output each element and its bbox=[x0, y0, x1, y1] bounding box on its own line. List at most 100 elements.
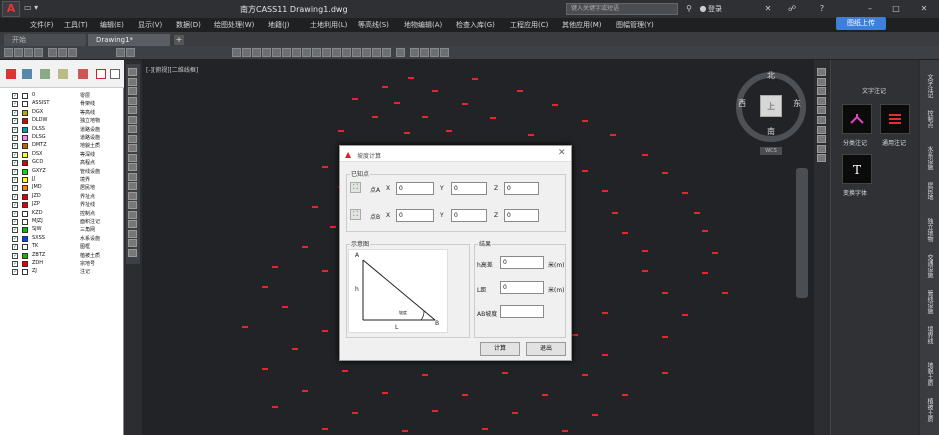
layer-color-swatch[interactable] bbox=[22, 202, 28, 209]
menu-item[interactable]: 文件(F) bbox=[30, 20, 54, 30]
layer-visible-checkbox[interactable] bbox=[12, 235, 18, 242]
layer-row[interactable]: 0 零层 bbox=[8, 92, 122, 100]
modify-tool-icon[interactable] bbox=[817, 106, 826, 115]
toolbar-tool-icon[interactable] bbox=[252, 48, 261, 57]
layer-row[interactable]: JZD 界址点 bbox=[8, 193, 122, 201]
toolbar-tool-icon[interactable] bbox=[352, 48, 361, 57]
symbol-category-tab[interactable]: 管线设施 bbox=[925, 290, 934, 314]
minimize-icon[interactable]: – bbox=[864, 3, 876, 15]
toolbar-tool-icon[interactable] bbox=[322, 48, 331, 57]
toolbar-tool-icon[interactable] bbox=[126, 48, 135, 57]
draw-tool-icon[interactable] bbox=[128, 248, 137, 257]
layer-color-swatch[interactable] bbox=[22, 269, 28, 276]
close-icon[interactable]: ✕ bbox=[558, 148, 566, 158]
layer-visible-checkbox[interactable] bbox=[12, 92, 18, 99]
layer-row[interactable]: JJ 境界 bbox=[8, 176, 122, 184]
layer-visible-checkbox[interactable] bbox=[12, 193, 18, 200]
draw-tool-icon[interactable] bbox=[128, 210, 137, 219]
layer-visible-checkbox[interactable] bbox=[12, 109, 18, 116]
point-a-y-input[interactable]: 0 bbox=[451, 182, 487, 195]
toolbar-tool-icon[interactable] bbox=[4, 48, 13, 57]
wcs-menu[interactable]: WCS bbox=[760, 147, 782, 155]
menu-item[interactable]: 数据(D) bbox=[176, 20, 201, 30]
layer-color-swatch[interactable] bbox=[22, 135, 28, 141]
symbol-category-tab[interactable]: 地貌土质 bbox=[925, 362, 934, 386]
menu-item[interactable]: 绘图处理(W) bbox=[214, 20, 254, 30]
layer-visible-checkbox[interactable] bbox=[12, 159, 18, 167]
layer-color-swatch[interactable] bbox=[22, 185, 28, 192]
layer-visible-checkbox[interactable] bbox=[12, 260, 18, 267]
symbol-category-tab[interactable]: 境界线 bbox=[925, 326, 934, 344]
layer-state-icon[interactable] bbox=[22, 69, 32, 79]
compass-east[interactable]: 东 bbox=[793, 98, 801, 109]
font-transform-icon[interactable]: T bbox=[842, 154, 872, 184]
symbol-category-tab[interactable]: 文字注记 bbox=[925, 74, 934, 98]
layer-color-swatch[interactable] bbox=[22, 193, 28, 200]
layer-isolate-icon[interactable] bbox=[78, 69, 88, 79]
menu-item[interactable]: 工具(T) bbox=[64, 20, 88, 30]
draw-tool-icon[interactable] bbox=[128, 115, 137, 124]
menu-item[interactable]: 工程应用(C) bbox=[510, 20, 548, 30]
layer-color-swatch[interactable] bbox=[22, 109, 28, 116]
layer-color-swatch[interactable] bbox=[22, 227, 28, 234]
toolbar-tool-icon[interactable] bbox=[116, 48, 125, 57]
layer-color-swatch[interactable] bbox=[22, 160, 28, 167]
layer-row[interactable]: KZD 控制点 bbox=[8, 210, 122, 218]
menu-item[interactable]: 土地利用(L) bbox=[310, 20, 347, 30]
exit-button[interactable]: 退出 bbox=[526, 342, 566, 356]
symbol-category-tab[interactable]: 交通设施 bbox=[925, 254, 934, 278]
toolbar-tool-icon[interactable] bbox=[48, 48, 57, 57]
point-b-y-input[interactable]: 0 bbox=[451, 209, 487, 222]
layer-visible-checkbox[interactable] bbox=[12, 142, 18, 150]
draw-tool-icon[interactable] bbox=[128, 229, 137, 238]
layer-color-swatch[interactable] bbox=[22, 244, 28, 251]
general-annotation-icon[interactable] bbox=[880, 104, 910, 134]
draw-tool-icon[interactable] bbox=[128, 163, 137, 171]
menu-item[interactable]: 显示(V) bbox=[138, 20, 162, 30]
toolbar-tool-icon[interactable] bbox=[58, 48, 67, 57]
layer-row[interactable]: ZDH 宗地号 bbox=[8, 260, 122, 268]
layer-row[interactable]: GCD 高程点 bbox=[8, 159, 122, 167]
pick-point-b-icon[interactable]: ⛶ bbox=[350, 209, 361, 220]
layer-color-swatch[interactable] bbox=[22, 151, 28, 158]
viewport-label[interactable]: [-][俯视][二维线框] bbox=[146, 65, 198, 74]
layer-color-swatch[interactable] bbox=[22, 93, 28, 99]
layer-visible-checkbox[interactable] bbox=[12, 210, 18, 217]
draw-tool-icon[interactable] bbox=[128, 239, 137, 247]
layer-row[interactable]: MJZJ 面积注记 bbox=[8, 218, 122, 226]
layer-row[interactable]: ASSIST 骨架线 bbox=[8, 100, 122, 108]
point-b-z-input[interactable]: 0 bbox=[504, 209, 539, 222]
layer-visible-checkbox[interactable] bbox=[12, 226, 18, 234]
layer-row[interactable]: SXSS 水系设施 bbox=[8, 235, 122, 243]
draw-tool-icon[interactable] bbox=[128, 68, 137, 76]
toolbar-tool-icon[interactable] bbox=[410, 48, 419, 57]
layer-visible-checkbox[interactable] bbox=[12, 117, 18, 125]
layer-row[interactable]: TK 图框 bbox=[8, 243, 122, 251]
toolbar-tool-icon[interactable] bbox=[282, 48, 291, 57]
toolbar-tool-icon[interactable] bbox=[242, 48, 251, 57]
toolbar-tool-icon[interactable] bbox=[292, 48, 301, 57]
toolbar-tool-icon[interactable] bbox=[312, 48, 321, 57]
tab-drawing1[interactable]: Drawing1* bbox=[88, 34, 170, 46]
toolbar-tool-icon[interactable] bbox=[68, 48, 77, 57]
menu-item[interactable]: 检查入库(G) bbox=[456, 20, 495, 30]
layer-color-swatch[interactable] bbox=[22, 210, 28, 217]
app-logo[interactable]: A bbox=[2, 1, 20, 17]
modify-tool-icon[interactable] bbox=[817, 77, 826, 86]
login-button[interactable]: 登录 bbox=[708, 4, 722, 14]
compass-north[interactable]: 北 bbox=[767, 70, 775, 81]
navigation-bar[interactable] bbox=[796, 168, 808, 298]
layer-row[interactable]: SJW 三角网 bbox=[8, 226, 122, 234]
draw-tool-icon[interactable] bbox=[128, 191, 137, 200]
layer-blank-icon[interactable] bbox=[110, 69, 120, 79]
layer-row[interactable]: DMTZ 地貌土质 bbox=[8, 142, 122, 150]
point-a-x-input[interactable]: 0 bbox=[396, 182, 434, 195]
draw-tool-icon[interactable] bbox=[128, 106, 137, 114]
layer-visible-checkbox[interactable] bbox=[12, 252, 18, 259]
modify-tool-icon[interactable] bbox=[817, 125, 826, 134]
draw-tool-icon[interactable] bbox=[128, 153, 137, 162]
tab-start[interactable]: 开始 bbox=[4, 34, 86, 46]
height-diff-input[interactable]: 0 bbox=[500, 256, 544, 269]
layer-color-swatch[interactable] bbox=[22, 168, 28, 175]
draw-tool-icon[interactable] bbox=[128, 87, 137, 95]
